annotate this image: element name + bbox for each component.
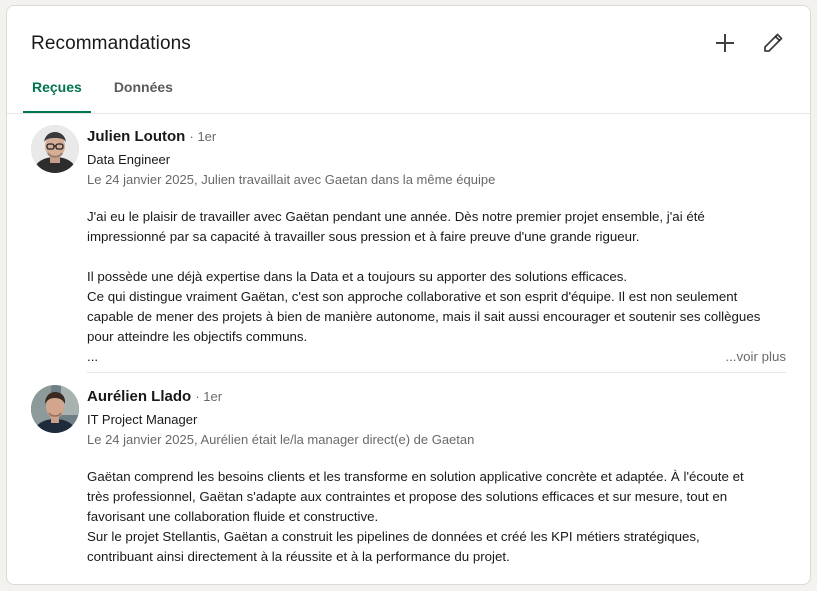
text-line: Sur le projet Stellantis, Gaëtan a const… bbox=[87, 529, 700, 544]
card-header: Recommandations bbox=[31, 30, 790, 58]
avatar[interactable] bbox=[31, 385, 79, 433]
text-line: pour atteindre les objectifs communs. bbox=[87, 329, 308, 344]
recommender-header: Aurélien Llado · 1er IT Project Manager … bbox=[87, 385, 786, 450]
recommendation-meta: Le 24 janvier 2025, Aurélien était le/la… bbox=[87, 432, 475, 447]
text-line: impressionné par sa capacité à travaille… bbox=[87, 229, 640, 244]
plus-icon bbox=[716, 34, 734, 52]
edit-recommendations-button[interactable] bbox=[756, 26, 790, 60]
text-line bbox=[87, 247, 786, 267]
recommender-headline: IT Project Manager bbox=[87, 412, 198, 427]
connection-degree: · 1er bbox=[189, 129, 217, 144]
recommender-headline: Data Engineer bbox=[87, 152, 171, 167]
add-recommendation-button[interactable] bbox=[708, 26, 742, 60]
recommendation-tabs: Reçues Données bbox=[23, 70, 196, 113]
text-line: Ce qui distingue vraiment Gaëtan, c'est … bbox=[87, 289, 738, 304]
text-ellipsis: ... bbox=[87, 349, 99, 364]
recommender-name[interactable]: Aurélien Llado bbox=[87, 388, 191, 405]
tab-received[interactable]: Reçues bbox=[23, 70, 91, 113]
text-line: J'ai eu le plaisir de travailler avec Ga… bbox=[87, 209, 705, 224]
recommender-header: Julien Louton · 1er Data Engineer Le 24 … bbox=[87, 125, 786, 190]
section-title: Recommandations bbox=[31, 33, 191, 54]
connection-degree: · 1er bbox=[195, 389, 223, 404]
text-line: contribuant ainsi directement à la réuss… bbox=[87, 549, 510, 564]
text-line: favorisant une collaboration fluide et c… bbox=[87, 509, 379, 524]
pencil-icon bbox=[764, 33, 783, 52]
recommendation-text: J'ai eu le plaisir de travailler avec Ga… bbox=[87, 207, 786, 367]
text-line: capable de mener des projets à bien de m… bbox=[87, 309, 761, 324]
text-line: Gaëtan comprend les besoins clients et l… bbox=[87, 469, 744, 484]
header-actions bbox=[708, 26, 790, 60]
see-more-button[interactable]: ...voir plus bbox=[725, 347, 786, 367]
recommendation-text: Gaëtan comprend les besoins clients et l… bbox=[87, 467, 786, 567]
avatar[interactable] bbox=[31, 125, 79, 173]
tabs-divider bbox=[7, 113, 810, 114]
tab-given[interactable]: Données bbox=[105, 70, 182, 113]
text-line: très professionnel, Gaëtan s'adapte aux … bbox=[87, 489, 728, 504]
recommender-name[interactable]: Julien Louton bbox=[87, 128, 185, 145]
recommendation-divider bbox=[87, 372, 786, 373]
recommendation-meta: Le 24 janvier 2025, Julien travaillait a… bbox=[87, 172, 496, 187]
recommendations-card: Recommandations Reçues Données Julien Lo… bbox=[6, 5, 811, 585]
text-line: Il possède une déjà expertise dans la Da… bbox=[87, 269, 628, 284]
